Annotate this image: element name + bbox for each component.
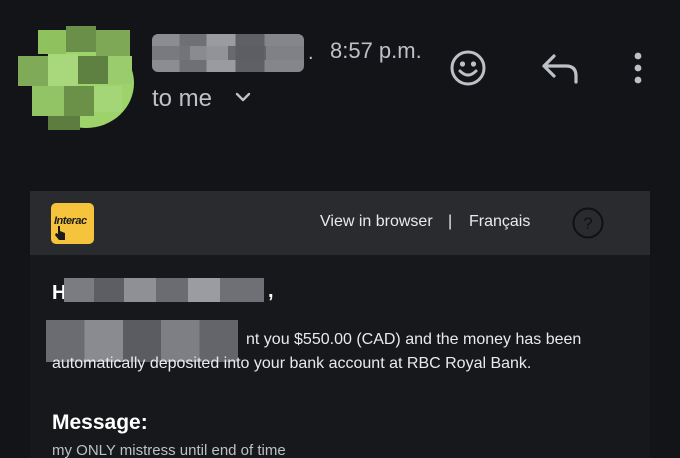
message-content: my ONLY mistress until end of time (52, 442, 286, 458)
recipient-name-redacted (64, 278, 264, 302)
interac-logo: Interac (51, 203, 94, 244)
question-mark-icon[interactable]: ? (572, 207, 604, 239)
recipient-label[interactable]: to me (152, 84, 212, 106)
hand-pointer-icon (55, 226, 65, 240)
interac-header-bar: Interac View in browser | Français ? (30, 191, 650, 255)
link-separator: | (448, 213, 453, 230)
reply-arrow-icon[interactable] (540, 52, 580, 86)
chevron-down-icon[interactable] (234, 88, 252, 106)
sender-avatar[interactable] (18, 20, 136, 132)
message-heading: Message: (52, 411, 148, 434)
language-link[interactable]: Français (469, 213, 530, 231)
svg-text:?: ? (583, 214, 592, 233)
deposit-info-text: automatically deposited into your bank a… (52, 355, 532, 372)
smiley-face-icon[interactable] (448, 48, 488, 88)
time-separator: . (308, 42, 314, 64)
email-view: . 8:57 p.m. to me Interac View in browse… (0, 0, 680, 458)
view-in-browser-link[interactable]: View in browser (320, 213, 433, 231)
sender-name-redacted[interactable] (152, 34, 304, 72)
more-vertical-icon[interactable] (626, 48, 650, 88)
transfer-amount-text: nt you $550.00 (CAD) and the money has b… (246, 331, 582, 348)
email-time: 8:57 p.m. (330, 38, 422, 63)
greeting-comma: , (268, 280, 274, 302)
